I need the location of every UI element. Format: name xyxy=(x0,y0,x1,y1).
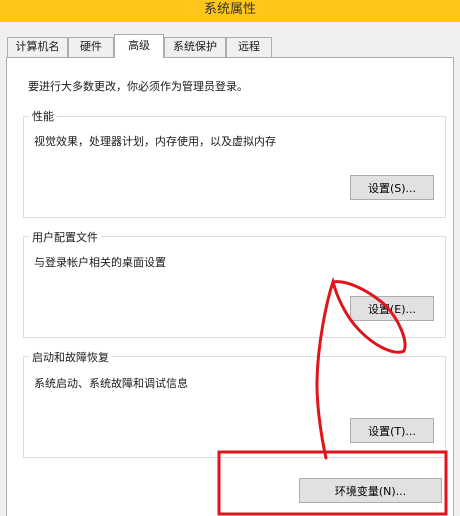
startup-recovery-settings-button[interactable]: 设置(T)... xyxy=(350,418,434,443)
tab-computer-name[interactable]: 计算机名 xyxy=(7,37,68,57)
tab-hardware[interactable]: 硬件 xyxy=(68,37,114,57)
user-profiles-settings-button[interactable]: 设置(E)... xyxy=(350,296,434,321)
tab-remote[interactable]: 远程 xyxy=(226,37,272,57)
performance-group xyxy=(23,116,446,218)
title-bar: 系统属性 xyxy=(0,0,460,22)
tab-hardware-label: 硬件 xyxy=(80,40,102,53)
tab-remote-label: 远程 xyxy=(238,40,260,53)
tab-system-protection-label: 系统保护 xyxy=(173,40,217,53)
user-profiles-group-title: 用户配置文件 xyxy=(29,229,101,245)
tab-advanced[interactable]: 高级 xyxy=(114,34,164,58)
startup-recovery-group-desc: 系统启动、系统故障和调试信息 xyxy=(34,377,188,390)
user-profiles-group-desc: 与登录帐户相关的桌面设置 xyxy=(34,256,166,269)
tab-system-protection[interactable]: 系统保护 xyxy=(164,37,226,57)
user-profiles-group xyxy=(23,236,446,338)
performance-group-desc: 视觉效果，处理器计划，内存使用，以及虚拟内存 xyxy=(34,135,276,148)
admin-notice: 要进行大多数更改，你必须作为管理员登录。 xyxy=(28,80,248,93)
tab-advanced-label: 高级 xyxy=(128,39,150,52)
environment-variables-button[interactable]: 环境变量(N)... xyxy=(299,478,442,503)
startup-recovery-group-title: 启动和故障恢复 xyxy=(29,349,112,365)
tab-computer-name-label: 计算机名 xyxy=(15,40,60,53)
performance-settings-button[interactable]: 设置(S)... xyxy=(350,175,434,200)
window-title: 系统属性 xyxy=(203,2,256,17)
performance-group-title: 性能 xyxy=(29,108,57,124)
